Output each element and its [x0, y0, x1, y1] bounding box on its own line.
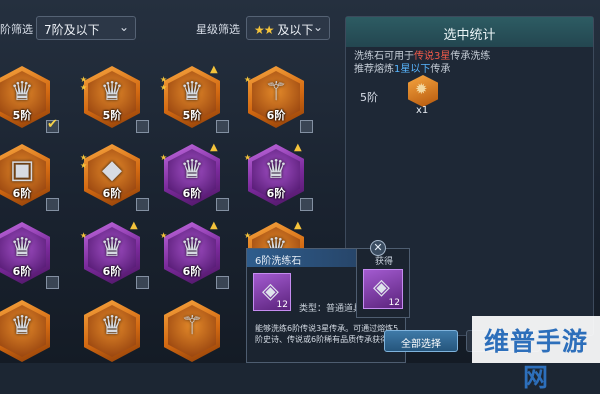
stat-item-count: x1	[416, 105, 429, 116]
star-rating: ★	[244, 231, 252, 240]
panel-info-line-2: 推荐熔炼1星以下传承	[354, 60, 450, 75]
item-checkbox[interactable]	[216, 198, 229, 211]
obtain-tooltip: 获得 ◈ 12	[356, 248, 410, 318]
grid-item[interactable]: ♛ ★ ★ ▲ 5阶	[160, 62, 229, 140]
item-checkbox[interactable]	[216, 276, 229, 289]
grid-item[interactable]: ♛	[0, 296, 54, 363]
item-tier: 5阶	[182, 109, 202, 122]
star-rating: ★	[244, 75, 252, 84]
item-checkbox[interactable]	[136, 120, 149, 133]
item-tier: 6阶	[182, 187, 202, 200]
tier-filter-select[interactable]: 7阶及以下 ⌄	[36, 16, 136, 40]
tier-filter-label: 阶筛选	[0, 23, 33, 36]
grid-item[interactable]: ♛	[80, 296, 144, 363]
item-tier: 6阶	[266, 109, 286, 122]
sun-icon: ✹	[415, 80, 428, 98]
item-tier: 6阶	[102, 265, 122, 278]
upgrade-arrow-icon: ▲	[210, 64, 218, 75]
stat-tier-label: 5阶	[360, 91, 378, 104]
info-text: 推荐熔炼	[354, 64, 394, 75]
info-highlight: 1星以下	[394, 64, 431, 75]
watermark: 维普手游网	[472, 316, 600, 392]
crown-icon: ♛	[180, 233, 204, 263]
grid-item[interactable]: ♛ ★ ▲ 6阶	[160, 140, 229, 218]
tier-filter-value: 7阶及以下	[44, 23, 100, 37]
star-filter-value: 及以下	[277, 23, 314, 37]
grid-item[interactable]: ◆ ★ ★ 6阶	[80, 140, 149, 218]
upgrade-arrow-icon: ▲	[130, 220, 138, 231]
item-checkbox[interactable]	[46, 117, 59, 133]
grid-item[interactable]: ♛ ★★ 5阶	[0, 62, 59, 140]
crown-icon: ♛	[180, 155, 204, 185]
crown-icon: ♛	[100, 311, 124, 341]
item-tier: 5阶	[102, 109, 122, 122]
obtain-item-count: 12	[388, 298, 400, 308]
panel-title: 选中统计	[346, 17, 593, 47]
stone-icon: ◆	[102, 155, 122, 185]
tooltip-description: 能够洗练6阶传说3星传承。可通过熔炼5阶史诗、传说或6阶稀有品质传承获得	[255, 324, 399, 344]
upgrade-arrow-icon: ▲	[210, 220, 218, 231]
crown-icon: ♛	[180, 77, 204, 107]
star-rating: ★	[160, 231, 168, 240]
star-rating: ★ ★	[160, 75, 168, 92]
tooltip-item-icon: ◈ 12	[253, 273, 291, 311]
item-checkbox[interactable]	[216, 120, 229, 133]
upgrade-arrow-icon: ▲	[294, 142, 302, 153]
crown-icon: ♛	[100, 77, 124, 107]
item-tier: 6阶	[266, 187, 286, 200]
crown-icon: ♛	[10, 311, 34, 341]
grid-item[interactable]: ♛ ★ ▲ 6阶	[80, 218, 149, 296]
chevron-down-icon: ⌄	[312, 20, 323, 34]
grid-item[interactable]: ♛ ★★ 5阶	[80, 62, 149, 140]
grid-item[interactable]: ♛ ★ ▲ 6阶	[244, 140, 313, 218]
star-filter-select[interactable]: ★★ 及以下 ⌄	[246, 16, 330, 40]
star-rating: ★ ★	[80, 75, 88, 92]
chest-icon: ▣	[9, 155, 35, 185]
item-checkbox[interactable]	[136, 198, 149, 211]
item-checkbox[interactable]	[46, 276, 59, 289]
select-all-button[interactable]: 全部选择	[384, 330, 458, 352]
horn-icon: ⚚	[264, 77, 288, 107]
crown-icon: ♛	[10, 233, 34, 263]
chevron-down-icon: ⌄	[118, 20, 129, 34]
horn-icon: ⚚	[180, 311, 204, 341]
info-text: 传承	[430, 64, 451, 75]
watermark-text: 维普手游网	[483, 327, 588, 392]
item-tier: 6阶	[102, 187, 122, 200]
star-rating: ★	[80, 231, 88, 240]
info-text: 传承洗练	[450, 51, 491, 62]
item-tier: 6阶	[182, 265, 202, 278]
upgrade-arrow-icon: ▲	[294, 220, 302, 231]
tooltip-item-type: 类型：普通道具	[299, 304, 363, 314]
crown-icon: ♛	[100, 233, 124, 263]
close-icon[interactable]: ✕	[370, 240, 386, 256]
filter-bar: 阶筛选 7阶及以下 ⌄ 星级筛选 ★★ 及以下 ⌄	[0, 12, 340, 44]
star-rating: ★	[160, 153, 168, 162]
stone-icon: ◈	[373, 275, 390, 300]
item-checkbox[interactable]	[300, 120, 313, 133]
crown-icon: ♛	[264, 155, 288, 185]
grid-item[interactable]: ⚚ ★ 6阶	[244, 62, 313, 140]
star-rating: ★	[244, 153, 252, 162]
star-filter-stars: ★★	[254, 23, 274, 37]
grid-item[interactable]: ▣ ★★ 6阶	[0, 140, 59, 218]
item-checkbox[interactable]	[46, 198, 59, 211]
upgrade-arrow-icon: ▲	[210, 142, 218, 153]
star-rating: ★ ★	[80, 153, 88, 170]
grid-item[interactable]: ♛ ★ ▲ 6阶	[160, 218, 229, 296]
tooltip-item-count: 12	[276, 300, 288, 310]
grid-item[interactable]: ♛ ★ 6阶	[0, 218, 59, 296]
star-filter-label: 星级筛选	[196, 23, 240, 36]
crown-icon: ♛	[10, 77, 34, 107]
item-checkbox[interactable]	[136, 276, 149, 289]
item-checkbox[interactable]	[300, 198, 313, 211]
grid-item[interactable]: ⚚	[160, 296, 224, 363]
obtain-item-icon: ◈ 12	[363, 269, 403, 309]
